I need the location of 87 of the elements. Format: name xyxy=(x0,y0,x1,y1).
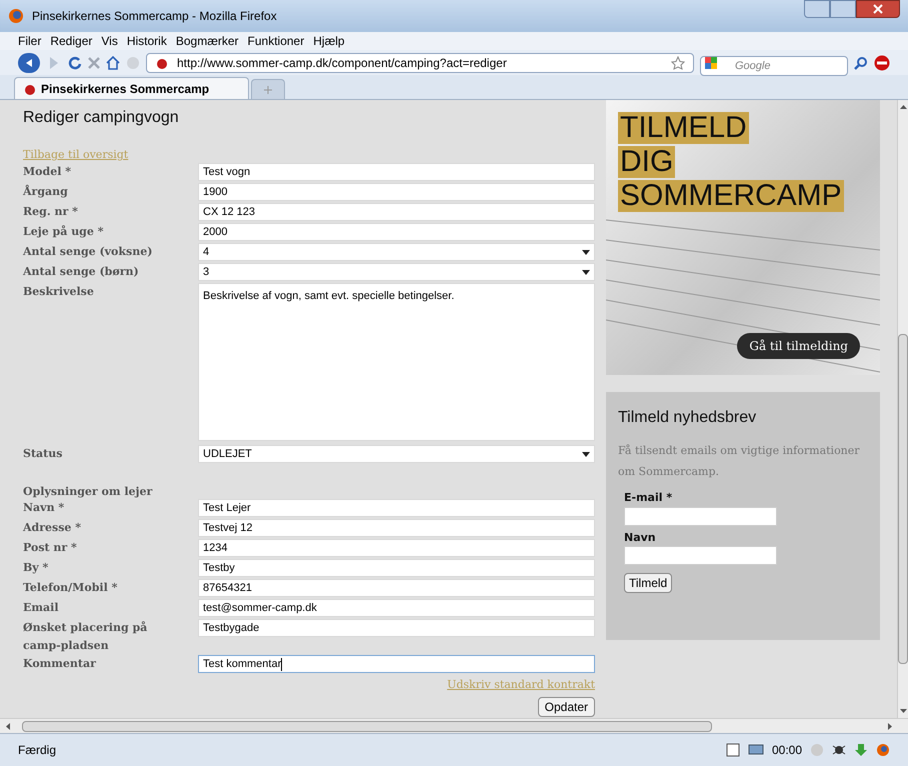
signup-button[interactable]: Gå til tilmelding xyxy=(737,333,860,359)
url-field[interactable]: http://www.sommer-camp.dk/component/camping?act=rediger xyxy=(146,52,694,72)
field-label: By * xyxy=(23,560,50,576)
field-label: Ønsket placering på camp-pladsen xyxy=(23,620,148,654)
newsletter-title: Tilmeld nyhedsbrev xyxy=(618,408,758,428)
close-button[interactable] xyxy=(856,0,900,18)
circle-icon xyxy=(810,743,824,757)
text-cursor xyxy=(281,658,282,670)
input-field[interactable]: 1234 xyxy=(198,539,595,557)
field-label: Status xyxy=(23,446,64,462)
menu-item[interactable]: Funktioner xyxy=(248,32,304,50)
plus-icon xyxy=(264,86,272,94)
dropdown[interactable]: 3 xyxy=(198,263,595,281)
field-label: E-mail * xyxy=(624,490,674,506)
input-field[interactable]: Test kommentar xyxy=(198,655,595,673)
status-text: Færdig xyxy=(18,742,58,759)
field-label: Email xyxy=(23,600,60,616)
textarea-field[interactable]: Beskrivelse af vogn, samt evt. specielle betingelser. xyxy=(198,283,595,441)
dropdown-arrow-icon xyxy=(582,452,590,456)
field-label: Telefon/Mobil * xyxy=(23,580,118,596)
download-arrow-icon xyxy=(854,743,868,757)
new-tab-button[interactable] xyxy=(251,79,285,99)
input-field[interactable]: CX 12 123 xyxy=(198,203,595,221)
horizontal-scrollbar[interactable] xyxy=(0,718,908,733)
section-heading: Oplysninger om lejer xyxy=(23,485,154,499)
input-field[interactable]: 1900 xyxy=(198,183,595,201)
field-label: Model * xyxy=(23,164,72,180)
input-field[interactable]: test@sommer-camp.dk xyxy=(198,599,595,617)
input-field[interactable]: Testby xyxy=(198,559,595,577)
browser-tab[interactable]: Pinsekirkernes Sommercamp xyxy=(14,77,249,99)
input-field[interactable] xyxy=(624,506,777,526)
menu-item[interactable]: Bogmærker xyxy=(176,32,239,50)
field-label: Navn xyxy=(624,530,657,546)
vertical-scrollbar[interactable] xyxy=(897,100,908,718)
input-field[interactable]: Test Lejer xyxy=(198,499,595,517)
subscribe-button[interactable]: Tilmeld xyxy=(624,573,672,593)
maximize-button[interactable] xyxy=(830,0,856,18)
firefox-icon xyxy=(876,743,890,757)
menu-item[interactable]: Vis xyxy=(101,32,118,50)
input-field[interactable]: Test vogn xyxy=(198,163,595,181)
update-button[interactable]: Opdater xyxy=(538,696,595,716)
menu-item[interactable]: Historik xyxy=(126,32,167,50)
menu-item[interactable]: Filer xyxy=(18,32,42,50)
monitor-icon xyxy=(748,743,764,757)
input-field[interactable]: 2000 xyxy=(198,223,595,241)
search-engine-icon xyxy=(704,56,718,70)
input-field[interactable]: Testbygade xyxy=(198,619,595,637)
stop-icon[interactable] xyxy=(88,56,100,68)
field-label: Antal senge (voksne) xyxy=(23,244,154,260)
minimize-button[interactable] xyxy=(804,0,830,18)
field-label: Leje på uge * xyxy=(23,224,104,240)
scrollbar-thumb[interactable] xyxy=(898,334,908,664)
field-label: Reg. nr * xyxy=(23,204,79,220)
home-icon[interactable] xyxy=(106,56,120,70)
scroll-right-icon xyxy=(886,722,894,730)
firefox-icon xyxy=(8,8,24,24)
input-field[interactable] xyxy=(624,546,777,565)
reload-icon[interactable] xyxy=(68,56,82,70)
search-field[interactable]: Google xyxy=(700,56,848,76)
input-field[interactable]: 87654321 xyxy=(198,579,595,597)
bug-icon xyxy=(832,743,846,757)
page-heading: Rediger campingvogn xyxy=(23,108,180,128)
star-icon[interactable] xyxy=(671,56,685,70)
input-field[interactable]: Testvej 12 xyxy=(198,519,595,537)
dropdown-arrow-icon xyxy=(582,270,590,274)
field-label: Post nr * xyxy=(23,540,78,556)
scroll-left-icon xyxy=(4,722,12,730)
field-label: Navn * xyxy=(23,500,66,516)
window-title: Pinsekirkernes Sommercamp - Mozilla Firefox xyxy=(32,8,278,25)
menu-item[interactable]: Rediger xyxy=(50,32,92,50)
dropdown-arrow-icon xyxy=(582,250,590,254)
back-arrow-icon xyxy=(24,58,34,68)
field-label: Kommentar xyxy=(23,656,97,672)
scrollbar-thumb[interactable] xyxy=(22,720,712,732)
back-button[interactable] xyxy=(18,52,40,72)
field-label: Årgang xyxy=(23,184,69,200)
menu-item[interactable]: Hjælp xyxy=(313,32,345,50)
page-icon xyxy=(726,743,740,757)
field-label: Beskrivelse xyxy=(23,284,95,300)
status-clock: 00:00 xyxy=(772,742,802,759)
newsletter-description: Få tilsendt emails om vigtige informationer om Sommercamp. xyxy=(618,443,861,480)
dropdown[interactable]: UDLEJET xyxy=(198,445,595,463)
field-label: Antal senge (børn) xyxy=(23,264,140,280)
dropdown[interactable]: 4 xyxy=(198,243,595,261)
search-icon[interactable] xyxy=(854,56,868,70)
field-label: Adresse * xyxy=(23,520,82,536)
close-icon xyxy=(873,4,883,14)
